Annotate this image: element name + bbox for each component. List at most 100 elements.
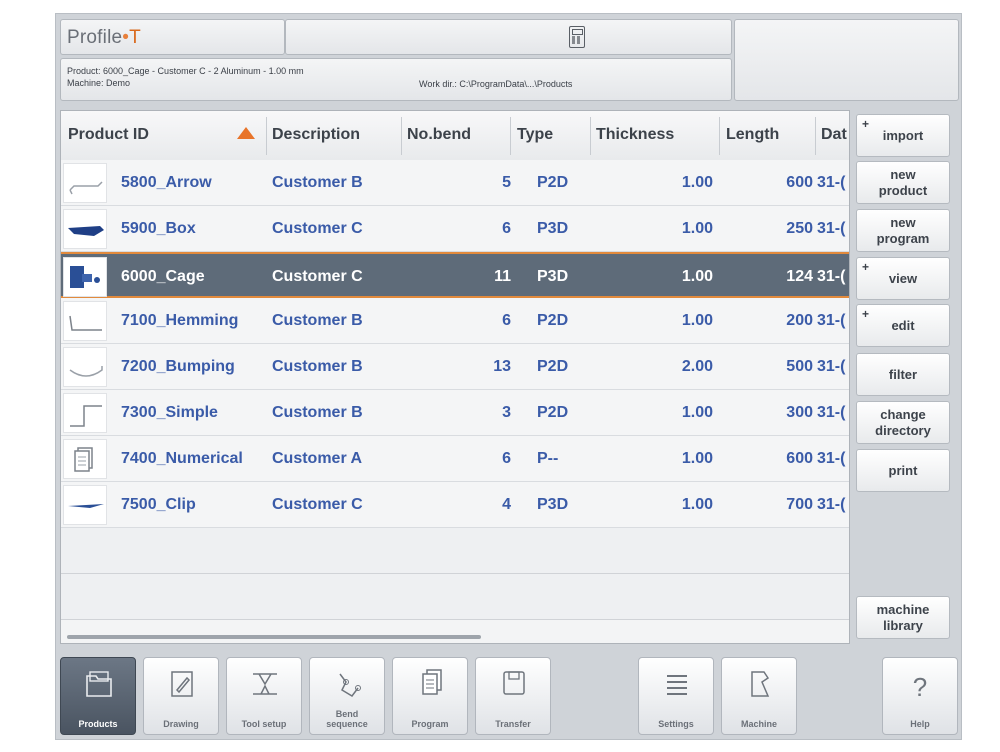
date-cell: 31-( bbox=[817, 358, 846, 375]
toolbar-machine-button[interactable]: Machine bbox=[721, 657, 797, 735]
toolbar-tool-setup-button[interactable]: Tool setup bbox=[226, 657, 302, 735]
table-row[interactable]: 5800_Arrow Customer B 5 P2D 1.00 600 31-( bbox=[61, 160, 849, 206]
thickness-cell: 1.00 bbox=[681, 496, 713, 513]
toolbar-label: Settings bbox=[658, 719, 694, 729]
toolbar-drawing-button[interactable]: Drawing bbox=[143, 657, 219, 735]
toolbar-label: Help bbox=[910, 719, 930, 729]
pencil-icon bbox=[168, 668, 196, 700]
column-header-bends[interactable]: No.bend bbox=[407, 126, 471, 144]
type-cell: P3D bbox=[537, 496, 569, 513]
folder-icon bbox=[85, 668, 113, 700]
product-id-cell: 7300_Simple bbox=[121, 404, 218, 421]
toolbar-label: Drawing bbox=[163, 719, 199, 729]
button-label: edit bbox=[891, 317, 915, 333]
type-cell: P2D bbox=[537, 358, 569, 375]
new-product-button[interactable]: new product bbox=[856, 161, 950, 204]
date-cell: 31-( bbox=[817, 496, 846, 513]
print-button[interactable]: print bbox=[856, 449, 950, 492]
length-cell: 600 bbox=[786, 450, 813, 467]
bends-cell: 4 bbox=[502, 496, 511, 513]
toolbar-program-button[interactable]: Program bbox=[392, 657, 468, 735]
thickness-cell: 1.00 bbox=[681, 174, 713, 191]
product-info: Product: 6000_Cage - Customer C - 2 Alum… bbox=[67, 66, 304, 76]
empty-row bbox=[61, 574, 849, 620]
bends-cell: 13 bbox=[493, 358, 511, 375]
sort-ascending-icon bbox=[237, 127, 255, 139]
calculator-icon[interactable] bbox=[569, 26, 585, 48]
edit-button[interactable]: + edit bbox=[856, 304, 950, 347]
button-label: view bbox=[888, 270, 918, 286]
column-header-length[interactable]: Length bbox=[726, 126, 779, 144]
question-icon: ? bbox=[912, 672, 928, 702]
column-header-description[interactable]: Description bbox=[272, 126, 360, 144]
product-table: Product ID Description No.bend Type Thic… bbox=[60, 110, 850, 644]
button-label: new program bbox=[876, 214, 930, 246]
description-cell: Customer C bbox=[272, 496, 363, 513]
column-header-product-id[interactable]: Product ID bbox=[68, 126, 149, 144]
date-cell: 31-( bbox=[817, 450, 846, 467]
brand-panel: Profile•T bbox=[60, 19, 285, 55]
toolbar-label: Tool setup bbox=[241, 719, 287, 729]
button-label: filter bbox=[888, 366, 918, 382]
floppy-disk-icon bbox=[500, 668, 528, 700]
description-cell: Customer B bbox=[272, 358, 363, 375]
bends-cell: 6 bbox=[502, 220, 511, 237]
length-cell: 200 bbox=[786, 312, 813, 329]
product-id-cell: 7200_Bumping bbox=[121, 358, 235, 375]
filter-button[interactable]: filter bbox=[856, 353, 950, 396]
description-cell: Customer A bbox=[272, 450, 363, 467]
thickness-cell: 1.00 bbox=[681, 312, 713, 329]
description-cell: Customer C bbox=[272, 268, 363, 285]
toolbar-label: Transfer bbox=[495, 719, 531, 729]
column-header-thickness[interactable]: Thickness bbox=[596, 126, 674, 144]
table-row[interactable]: 7200_Bumping Customer B 13 P2D 2.00 500 31-( bbox=[61, 344, 849, 390]
toolbar-help-button[interactable]: ? Help bbox=[882, 657, 958, 735]
thickness-cell: 1.00 bbox=[681, 268, 713, 285]
description-cell: Customer B bbox=[272, 312, 363, 329]
hemming-profile-icon bbox=[63, 301, 107, 341]
description-cell: Customer B bbox=[272, 404, 363, 421]
toolbar-label: Products bbox=[78, 719, 118, 729]
machine-library-button[interactable]: machine library bbox=[856, 596, 950, 639]
toolbar-label: Bend sequence bbox=[326, 709, 368, 729]
column-header-type[interactable]: Type bbox=[517, 126, 553, 144]
product-id-cell: 6000_Cage bbox=[121, 268, 205, 285]
length-cell: 500 bbox=[786, 358, 813, 375]
new-program-button[interactable]: new program bbox=[856, 209, 950, 252]
toolbar-bend-sequence-button[interactable]: Bend sequence bbox=[309, 657, 385, 735]
change-directory-button[interactable]: change directory bbox=[856, 401, 950, 444]
length-cell: 700 bbox=[786, 496, 813, 513]
type-cell: P3D bbox=[537, 220, 569, 237]
button-label: import bbox=[882, 127, 924, 143]
button-label: new product bbox=[878, 166, 928, 198]
box-profile-icon bbox=[63, 209, 107, 249]
thickness-cell: 1.00 bbox=[681, 450, 713, 467]
horizontal-scrollbar[interactable] bbox=[67, 635, 481, 639]
view-button[interactable]: + view bbox=[856, 257, 950, 300]
table-row[interactable]: 7100_Hemming Customer B 6 P2D 1.00 200 31-( bbox=[61, 298, 849, 344]
product-id-cell: 5800_Arrow bbox=[121, 174, 212, 191]
table-row-selected[interactable]: 6000_Cage Customer C 11 P3D 1.00 124 31-( bbox=[61, 252, 849, 298]
expand-plus-icon: + bbox=[862, 260, 870, 274]
length-cell: 250 bbox=[786, 220, 813, 237]
bends-cell: 6 bbox=[502, 312, 511, 329]
bends-cell: 6 bbox=[502, 450, 511, 467]
table-row[interactable]: 7300_Simple Customer B 3 P2D 1.00 300 31-( bbox=[61, 390, 849, 436]
toolbar-products-button[interactable]: Products bbox=[60, 657, 136, 735]
product-id-cell: 7400_Numerical bbox=[121, 450, 243, 467]
table-row[interactable]: 7500_Clip Customer C 4 P3D 1.00 700 31-( bbox=[61, 482, 849, 528]
table-row[interactable]: 7400_Numerical Customer A 6 P-- 1.00 600 31-( bbox=[61, 436, 849, 482]
work-directory: Work dir.: C:\ProgramData\...\Products bbox=[419, 79, 573, 89]
product-id-cell: 7500_Clip bbox=[121, 496, 196, 513]
toolbar-transfer-button[interactable]: Transfer bbox=[475, 657, 551, 735]
empty-row bbox=[61, 528, 849, 574]
toolbar-settings-button[interactable]: Settings bbox=[638, 657, 714, 735]
thickness-cell: 1.00 bbox=[681, 220, 713, 237]
app-window: Profile•T Product: 6000_Cage - Customer … bbox=[55, 13, 962, 740]
table-row[interactable]: 5900_Box Customer C 6 P3D 1.00 250 31-( bbox=[61, 206, 849, 252]
length-cell: 300 bbox=[786, 404, 813, 421]
import-button[interactable]: + import bbox=[856, 114, 950, 157]
thickness-cell: 1.00 bbox=[681, 404, 713, 421]
calculator-panel[interactable] bbox=[285, 19, 732, 55]
column-header-date[interactable]: Dat bbox=[821, 126, 847, 144]
